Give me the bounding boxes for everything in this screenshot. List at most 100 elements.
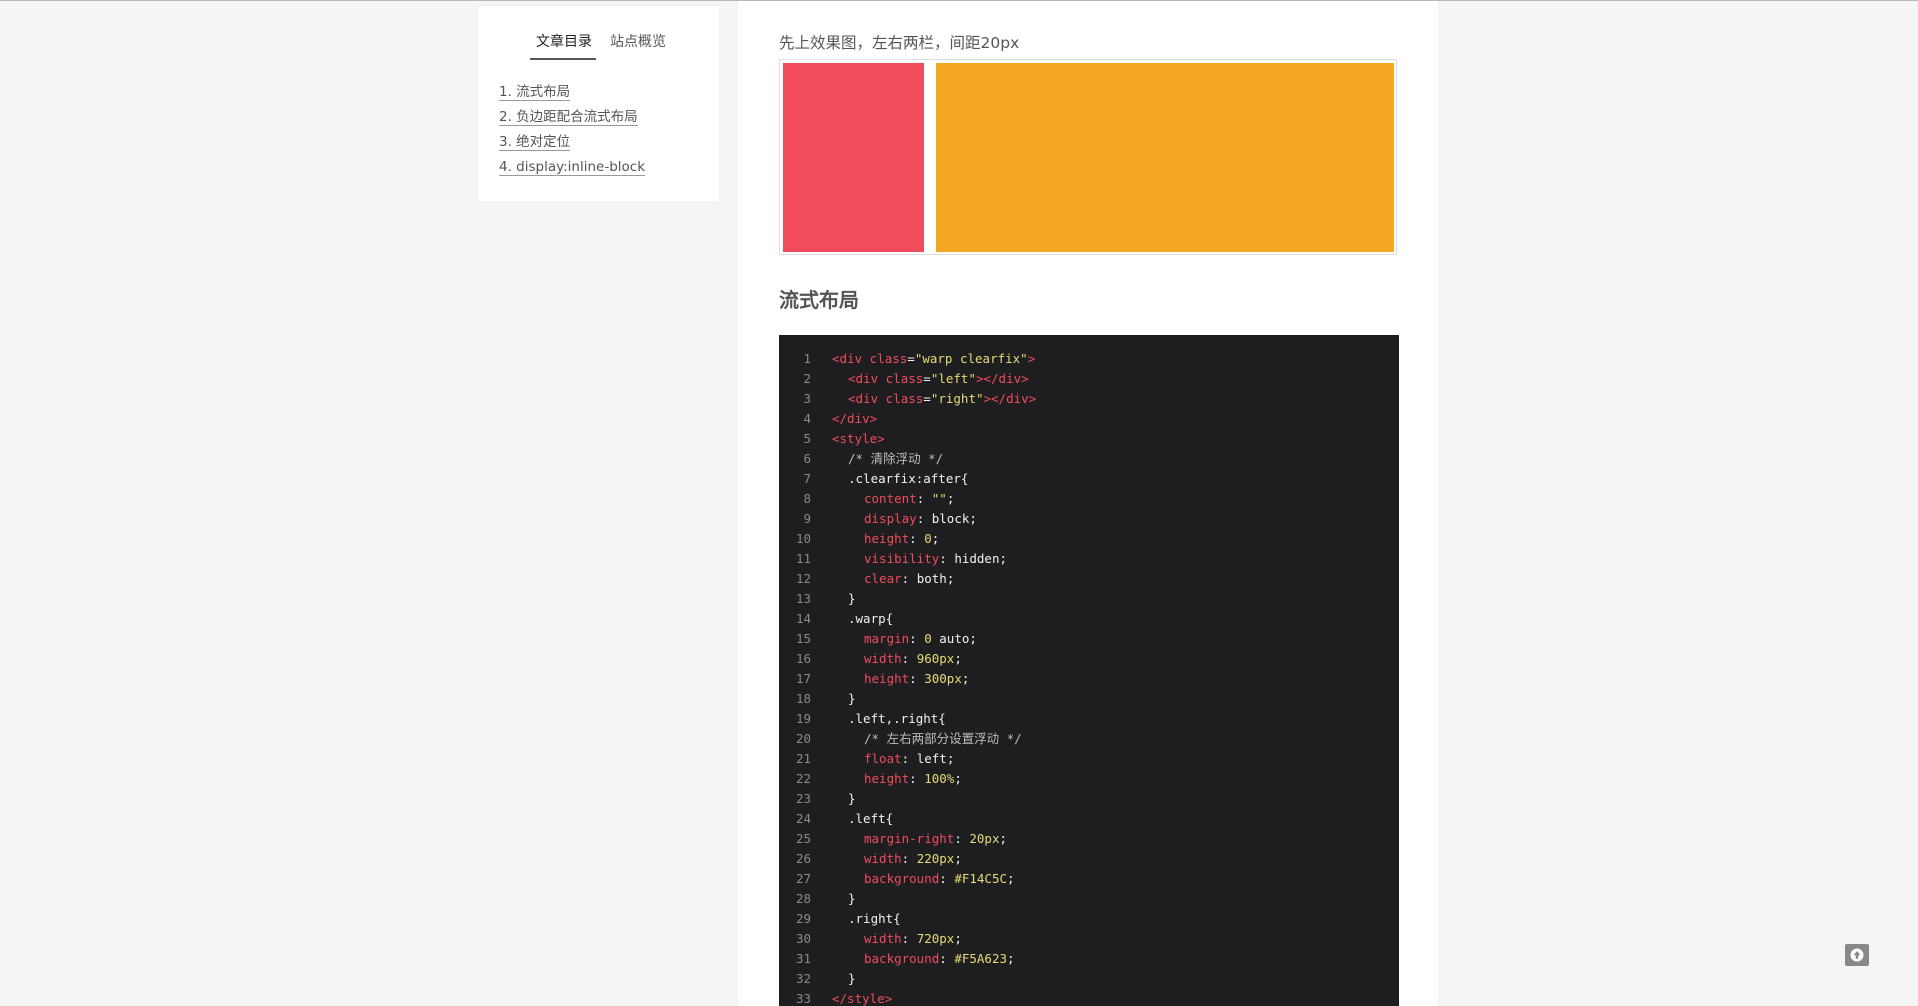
section-heading: 流式布局 [779,288,859,312]
code-token: display [864,511,917,526]
code-token: ; [946,751,955,766]
toc-item: 2. 负边距配合流式布局 [499,107,645,132]
line-number: 1 [803,351,811,366]
sidebar: 文章目录 站点概览 1. 流式布局 2. 负边距配合流式布局 3. 绝对定位 4… [478,6,719,202]
code-token: height [864,771,910,786]
code-token: <div [848,371,886,386]
code-token: ; [954,771,962,786]
code-token: ></div> [983,391,1037,406]
line-number: 3 [803,391,811,406]
code-token: #F14C5C [954,871,1008,886]
code-token: /* 左右两部分设置浮动 */ [864,731,1022,746]
code-token: > [1027,351,1036,366]
code-text: height: 100%; [864,769,962,789]
code-token: both [916,571,947,586]
code-token: <div [848,391,886,406]
toc-link-flow-layout[interactable]: 1. 流式布局 [499,84,571,101]
code-token: class [869,351,908,366]
code-token: "" [931,491,947,506]
code-text: .right{ [848,909,901,929]
code-token: visibility [864,551,940,566]
line-number: 7 [803,471,811,486]
line-number: 13 [795,591,811,606]
code-token: ; [954,651,962,666]
code-text: } [848,689,856,709]
line-number: 32 [795,971,811,986]
code-token: ; [969,511,977,526]
line-number: 30 [795,931,811,946]
code-text: display: block; [864,509,977,529]
code-token: 100% [924,771,955,786]
line-number: 10 [795,531,811,546]
code-text: content: ""; [864,489,954,509]
code-text: } [848,789,856,809]
code-text: margin-right: 20px; [864,829,1007,849]
code-text: </style> [832,989,892,1006]
code-token: : [916,491,932,506]
code-token: : [901,651,917,666]
code-text: float: left; [864,749,954,769]
toc-link-absolute-position[interactable]: 3. 绝对定位 [499,134,571,151]
code-token: } [848,791,856,806]
line-number: 17 [795,671,811,686]
sidebar-tabs: 文章目录 站点概览 [478,32,719,62]
toc-list: 1. 流式布局 2. 负边距配合流式布局 3. 绝对定位 4. display:… [499,82,646,182]
code-token: ; [1007,871,1015,886]
code-token: : [901,931,917,946]
toc-link-inline-block[interactable]: 4. display:inline-block [499,159,646,176]
code-token: ; [946,571,955,586]
line-number: 2 [803,371,811,386]
intro-paragraph: 先上效果图，左右两栏，间距20px [779,34,1020,52]
code-text: } [848,589,856,609]
code-token: : [909,531,925,546]
code-token: ; [961,671,970,686]
code-text: .warp{ [848,609,893,629]
code-token: </div> [832,411,878,426]
code-text: /* 左右两部分设置浮动 */ [864,729,1022,749]
code-token: = [923,371,931,386]
code-token: : [909,771,925,786]
line-number: 15 [795,631,811,646]
back-to-top-button[interactable] [1845,944,1869,966]
code-text: <div class="right"></div> [848,389,1036,409]
tab-site-overview[interactable]: 站点概览 [610,32,666,58]
code-token: ; [969,631,977,646]
code-token: ; [1007,951,1015,966]
code-token: 0 [924,531,932,546]
line-number: 22 [795,771,811,786]
code-text: .clearfix:after{ [848,469,968,489]
code-token: left [916,751,947,766]
code-text: background: #F5A623; [864,949,1015,969]
line-number: 21 [795,751,811,766]
line-number: 14 [795,611,811,626]
code-token: 720px [916,931,955,946]
code-text: width: 220px; [864,849,962,869]
line-number: 4 [803,411,811,426]
code-text: /* 清除浮动 */ [848,449,943,469]
code-token: height [864,531,910,546]
code-token: = [923,391,931,406]
line-number: 8 [803,491,811,506]
code-token: 960px [916,651,955,666]
code-text: <style> [832,429,885,449]
code-token: ; [954,931,962,946]
code-token: margin [864,631,910,646]
line-number: 16 [795,651,811,666]
code-token: .right{ [848,911,901,926]
code-token: <div [832,351,870,366]
code-token: height [864,671,910,686]
toc-item: 4. display:inline-block [499,157,646,182]
tab-article-toc[interactable]: 文章目录 [530,32,596,60]
line-number: 11 [795,551,811,566]
code-token: : [916,511,932,526]
code-token: 20px [969,831,1000,846]
line-number: 12 [795,571,811,586]
code-token: .warp{ [848,611,894,626]
code-token: ; [931,531,940,546]
code-text: width: 720px; [864,929,962,949]
code-token: } [848,591,856,606]
toc-link-negative-margin[interactable]: 2. 负边距配合流式布局 [499,109,638,126]
code-text: background: #F14C5C; [864,869,1015,889]
code-token: .left{ [848,811,894,826]
code-token: : [939,551,955,566]
